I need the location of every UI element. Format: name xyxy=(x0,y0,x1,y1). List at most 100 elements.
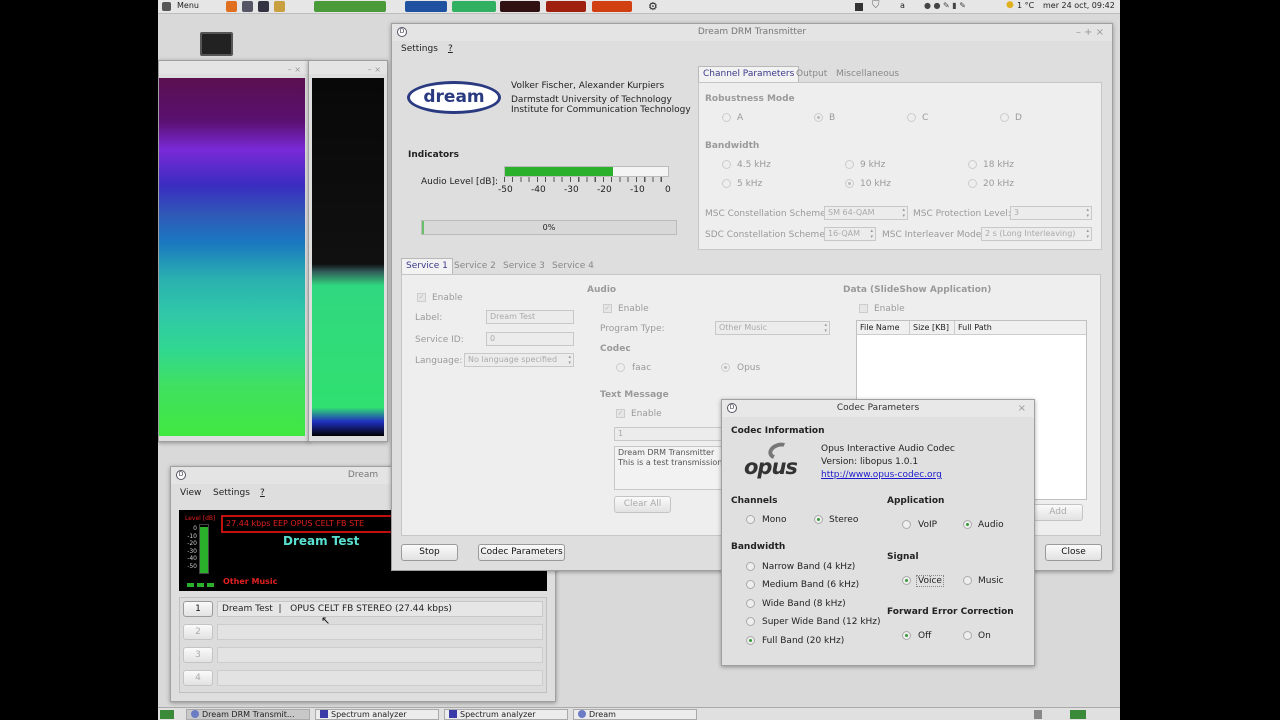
close-button[interactable]: Close xyxy=(1045,544,1102,561)
channels-mono-radio[interactable] xyxy=(746,515,755,524)
codec-opus-radio[interactable] xyxy=(721,363,730,372)
bandwidth-full-radio[interactable] xyxy=(746,636,755,645)
app-launcher-icon[interactable] xyxy=(274,1,285,12)
menu-help[interactable]: ? xyxy=(448,44,453,54)
signal-music-radio[interactable] xyxy=(963,576,972,585)
application-voip-radio[interactable] xyxy=(902,520,911,529)
add-file-button[interactable]: Add xyxy=(1033,504,1083,521)
tab-miscellaneous[interactable]: Miscellaneous xyxy=(832,67,903,83)
codec-faac-radio[interactable] xyxy=(616,363,625,372)
channels-stereo-radio[interactable] xyxy=(814,515,823,524)
codec-parameters-dialog[interactable]: D Codec Parameters × Codec Information opu… xyxy=(721,399,1035,666)
sdc-constellation-select[interactable]: 16-QAM xyxy=(824,227,876,241)
text-message-box[interactable]: Dream DRM Transmitter This is a test tra… xyxy=(614,446,724,490)
service-id-input[interactable]: 0 xyxy=(486,332,574,346)
tab-service-3[interactable]: Service 3 xyxy=(499,259,549,275)
language-select[interactable]: No language specified xyxy=(464,353,574,367)
service-label-input[interactable]: Dream Test xyxy=(486,310,574,324)
text-message-index[interactable]: 1 xyxy=(614,427,724,441)
msc-constellation-select[interactable]: SM 64-QAM xyxy=(824,206,908,220)
taskbar-item-transmitter[interactable]: Dream DRM Transmit... xyxy=(186,709,310,720)
window-thumbnail[interactable] xyxy=(500,1,540,12)
transmitter-titlebar[interactable]: D Dream DRM Transmitter – + × xyxy=(392,24,1112,41)
bandwidth-20-radio[interactable] xyxy=(968,179,977,188)
weather-icon[interactable]: ● xyxy=(1006,0,1014,10)
fec-on-radio[interactable] xyxy=(963,631,972,640)
audio-enable-checkbox[interactable]: ✓ xyxy=(603,304,612,313)
spectrum-analyzer-window[interactable]: – × xyxy=(158,60,310,442)
program-type-select[interactable]: Other Music xyxy=(715,321,830,335)
keyboard-layout-icon[interactable]: a xyxy=(900,1,905,10)
robustness-c-radio[interactable] xyxy=(907,113,916,122)
msc-interleaver-select[interactable]: 2 s (Long Interleaving) xyxy=(981,227,1092,241)
taskbar-item-spectrum-2[interactable]: Spectrum analyzer xyxy=(444,709,568,720)
codec-website-link[interactable]: http://www.opus-codec.org xyxy=(821,470,942,480)
window-thumbnail[interactable] xyxy=(405,1,447,12)
spectrum-titlebar[interactable]: – × xyxy=(159,61,309,74)
service-button-2[interactable]: 2 xyxy=(183,624,213,640)
window-thumbnail[interactable] xyxy=(546,1,586,12)
tab-service-1[interactable]: Service 1 xyxy=(401,258,453,274)
workspace-switcher[interactable] xyxy=(314,1,386,12)
fec-off-radio[interactable] xyxy=(902,631,911,640)
settings-gear-icon[interactable]: ⚙ xyxy=(648,0,658,13)
bandwidth-9-radio[interactable] xyxy=(845,160,854,169)
trash-icon[interactable] xyxy=(1034,710,1042,719)
application-audio-radio[interactable] xyxy=(963,520,972,529)
workspace-pager[interactable] xyxy=(1070,710,1086,719)
app-launcher-icon[interactable] xyxy=(242,1,253,12)
clock[interactable]: mer 24 oct, 09:42 xyxy=(1043,1,1115,10)
column-size[interactable]: Size [KB] xyxy=(909,321,949,334)
codec-parameters-button[interactable]: Codec Parameters xyxy=(478,544,565,561)
tab-channel-parameters[interactable]: Channel Parameters xyxy=(698,66,800,82)
menu-help[interactable]: ? xyxy=(260,488,265,498)
signal-voice-radio[interactable] xyxy=(902,576,911,585)
tab-service-4[interactable]: Service 4 xyxy=(548,259,598,275)
taskbar-item-dream[interactable]: Dream xyxy=(573,709,697,720)
spectrum-analyzer-window[interactable]: – × xyxy=(308,60,388,442)
column-file-name[interactable]: File Name xyxy=(860,321,900,334)
column-full-path[interactable]: Full Path xyxy=(954,321,992,334)
bandwidth-10-radio[interactable] xyxy=(845,179,854,188)
show-desktop-icon[interactable] xyxy=(160,710,174,719)
clear-all-button[interactable]: Clear All xyxy=(614,496,671,513)
codec-titlebar[interactable]: D Codec Parameters × xyxy=(722,400,1034,417)
menu-view[interactable]: View xyxy=(180,488,201,498)
bandwidth-narrow-radio[interactable] xyxy=(746,562,755,571)
service-button-4[interactable]: 4 xyxy=(183,670,213,686)
bandwidth-superwide-radio[interactable] xyxy=(746,617,755,626)
spectrum-titlebar[interactable]: – × xyxy=(309,61,387,74)
tray-icons[interactable]: ● ● ✎ ▮ ✎ xyxy=(924,1,966,10)
tab-output[interactable]: Output xyxy=(792,67,831,83)
bandwidth-wide-radio[interactable] xyxy=(746,599,755,608)
bandwidth-18-radio[interactable] xyxy=(968,160,977,169)
robustness-b-radio[interactable] xyxy=(814,113,823,122)
menu-icon[interactable] xyxy=(162,2,171,11)
menu-settings[interactable]: Settings xyxy=(401,44,438,54)
tray-icon[interactable] xyxy=(855,3,863,11)
bandwidth-medium-radio[interactable] xyxy=(746,580,755,589)
app-launcher-icon[interactable] xyxy=(226,1,237,12)
tab-service-2[interactable]: Service 2 xyxy=(450,259,500,275)
bandwidth-4-5-radio[interactable] xyxy=(722,160,731,169)
service-enable-checkbox[interactable]: ✓ xyxy=(417,293,426,302)
robustness-d-radio[interactable] xyxy=(1000,113,1009,122)
menu-settings[interactable]: Settings xyxy=(213,488,250,498)
service-button-3[interactable]: 3 xyxy=(183,647,213,663)
data-enable-checkbox[interactable] xyxy=(859,304,868,313)
window-thumbnail[interactable] xyxy=(452,1,496,12)
taskbar-item-spectrum-1[interactable]: Spectrum analyzer xyxy=(315,709,439,720)
weather-temperature[interactable]: 1 °C xyxy=(1017,1,1034,10)
app-launcher-icon[interactable] xyxy=(258,1,269,12)
menu-button[interactable]: Menu xyxy=(177,1,199,10)
window-controls[interactable]: – + × xyxy=(1076,24,1104,41)
robustness-a-radio[interactable] xyxy=(722,113,731,122)
shield-icon[interactable]: ⛉ xyxy=(872,0,880,11)
close-icon[interactable]: × xyxy=(1018,400,1026,417)
window-thumbnail[interactable] xyxy=(592,1,632,12)
stop-button[interactable]: Stop xyxy=(401,544,458,561)
bandwidth-5-radio[interactable] xyxy=(722,179,731,188)
text-enable-checkbox[interactable]: ✓ xyxy=(616,409,625,418)
computer-icon[interactable] xyxy=(200,32,233,56)
service-button-1[interactable]: 1 xyxy=(183,601,213,617)
